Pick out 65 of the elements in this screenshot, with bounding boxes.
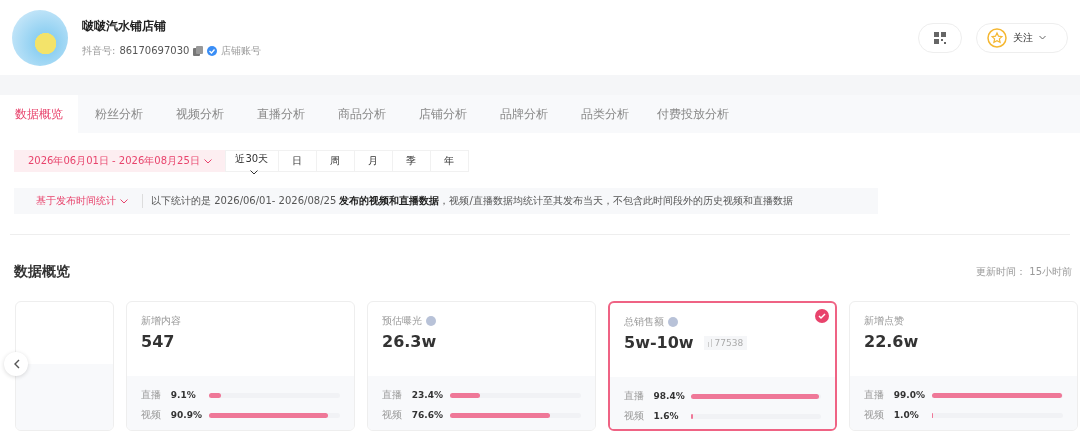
period-button[interactable]: 周 (315, 150, 355, 172)
copy-icon[interactable] (193, 45, 204, 56)
share-label: 直播 (624, 389, 645, 403)
metric-card[interactable]: 总销售额 5w-10w 77538 直播 98.4% 视频 1.6% (608, 301, 837, 431)
tab[interactable]: 粉丝分析 (78, 95, 159, 133)
caret-icon (120, 199, 128, 204)
stat-mode-dropdown[interactable]: 基于发布时间统计 (14, 194, 143, 208)
period-button[interactable]: 日 (277, 150, 317, 172)
share-label: 直播 (141, 388, 162, 402)
metric-card[interactable]: 预估曝光 26.3w 直播 23.4% 视频 76.6% (367, 301, 596, 431)
metric-tag: 77538 (703, 335, 748, 350)
metric-card[interactable]: 新增点赞 22.6w 直播 99.0% 视频 1.0% (849, 301, 1078, 431)
share-percent: 90.9% (170, 410, 204, 420)
metric-value: 22.6w (864, 332, 919, 351)
tab[interactable]: 数据概览 (0, 95, 78, 133)
metric-card[interactable]: 新增内容 547 直播 9.1% 视频 90.9% (126, 301, 355, 431)
section-title: 数据概览 (14, 263, 70, 281)
share-label: 直播 (382, 388, 403, 402)
id-value: 86170697030 (119, 45, 190, 56)
metric-value: 26.3w (382, 332, 437, 351)
share-percent: 23.4% (411, 390, 445, 400)
caret-icon (203, 159, 212, 164)
tab[interactable]: 品类分析 (564, 95, 645, 133)
bar-icon (707, 338, 713, 347)
tab[interactable]: 商品分析 (321, 95, 402, 133)
verified-icon (207, 45, 218, 56)
share-percent: 1.6% (653, 411, 680, 421)
qr-code-icon (934, 31, 946, 44)
metric-label: 新增点赞 (864, 314, 904, 328)
metric-label: 新增内容 (141, 314, 181, 328)
period-button[interactable]: 年 (429, 150, 469, 172)
tab[interactable]: 视频分析 (159, 95, 240, 133)
share-percent: 99.0% (893, 390, 927, 400)
metric-value: 547 (141, 332, 175, 351)
caret-icon (249, 170, 258, 175)
tab[interactable]: 付费投放分析 (645, 95, 741, 133)
share-percent: 9.1% (170, 390, 197, 400)
chevron-left-icon (12, 359, 20, 369)
qr-code-button[interactable] (918, 22, 962, 53)
period-button[interactable]: 近30天 (224, 150, 279, 172)
caret-icon (1039, 35, 1046, 40)
date-range-picker[interactable]: 2026年06月01日 - 2026年08月25日 (14, 150, 226, 172)
metric-label: 预估曝光 (382, 314, 422, 328)
period-button[interactable]: 月 (353, 150, 393, 172)
share-label: 视频 (382, 408, 403, 422)
metric-label: 总销售额 (624, 315, 664, 329)
metric-value: 5w-10w (624, 333, 694, 352)
share-percent: 1.0% (893, 410, 920, 420)
notice-text: 以下统计的是 2026/06/01- 2026/08/25 发布的视频和直播数据，视频/直播数据均统计至其发布当天，不包含此时间段外的历史视频和直播数据 (151, 194, 793, 208)
shop-name: 啵啵汽水铺店铺 (82, 17, 167, 35)
share-label: 直播 (864, 388, 885, 402)
share-percent: 76.6% (411, 410, 445, 420)
tab[interactable]: 直播分析 (240, 95, 321, 133)
tab[interactable]: 品牌分析 (483, 95, 564, 133)
follow-button[interactable]: 关注 (976, 22, 1068, 53)
share-label: 视频 (141, 408, 162, 422)
check-icon (815, 309, 829, 323)
period-button[interactable]: 季 (391, 150, 431, 172)
share-label: 视频 (864, 408, 885, 422)
update-time: 更新时间： 15小时前 (976, 265, 1072, 279)
share-label: 视频 (624, 409, 645, 423)
share-percent: 98.4% (653, 391, 686, 401)
id-label: 抖音号: (82, 43, 116, 58)
verified-label: 店铺账号 (221, 43, 262, 58)
tab[interactable]: 店铺分析 (402, 95, 483, 133)
